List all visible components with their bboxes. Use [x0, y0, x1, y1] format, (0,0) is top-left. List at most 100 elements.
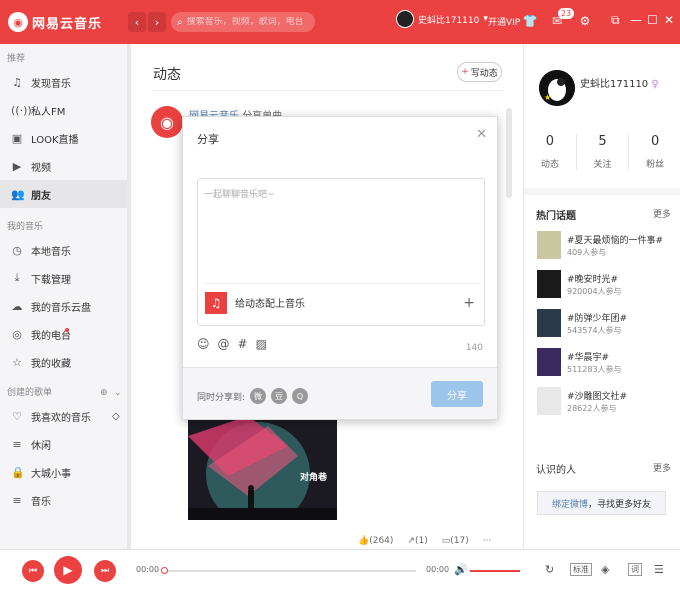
- progress-track[interactable]: [164, 570, 416, 572]
- next-icon[interactable]: ⏭: [94, 560, 116, 582]
- weibo-icon[interactable]: 微: [250, 388, 267, 404]
- playlist-icon[interactable]: ☰: [654, 563, 664, 576]
- gear-icon[interactable]: ⚙: [577, 13, 593, 29]
- stat-posts[interactable]: 0 动态: [524, 134, 577, 170]
- more-link[interactable]: 更多: [653, 461, 671, 474]
- more-link[interactable]: 更多: [653, 207, 671, 220]
- sidebar-item-playlist[interactable]: ≡ 休闲: [0, 430, 130, 458]
- sidebar-item-fm[interactable]: ((·)) 私人FM: [0, 96, 130, 124]
- volume-icon[interactable]: 🔊: [454, 563, 468, 576]
- profile-name-text[interactable]: 史蚪比171110: [580, 79, 648, 90]
- share-button[interactable]: ↗(1): [407, 536, 427, 546]
- app-logo[interactable]: ◉ 网易云音乐: [8, 12, 102, 32]
- search-box[interactable]: ⌕: [171, 12, 315, 32]
- more-button[interactable]: ···: [483, 536, 492, 546]
- chevron-down-icon[interactable]: ⌄: [114, 384, 122, 402]
- stat-label: 动态: [540, 160, 559, 170]
- post-avatar[interactable]: ◉: [151, 106, 183, 138]
- playlist-icon: ≡: [12, 493, 22, 507]
- add-music-row[interactable]: ♫ 给动态配上音乐 +: [203, 283, 479, 321]
- vip-button[interactable]: 开通VIP: [488, 15, 520, 28]
- bind-weibo-button[interactable]: 绑定微博 ，寻找更多好友: [537, 491, 666, 515]
- like-count: (264): [369, 536, 394, 546]
- close-icon[interactable]: ✕: [476, 127, 487, 142]
- topic-title[interactable]: #夏天最烦恼的一件事#: [567, 233, 663, 246]
- image-icon[interactable]: ▨: [256, 337, 267, 351]
- topic-title[interactable]: #晚安时光#: [567, 272, 618, 285]
- skin-icon[interactable]: 👕: [522, 13, 538, 29]
- sidebar-item-look[interactable]: ▣ LOOK直播: [0, 124, 130, 152]
- volume-slider[interactable]: [470, 570, 520, 572]
- at-icon[interactable]: @: [218, 337, 230, 351]
- stat-value: 0: [545, 134, 554, 149]
- share-submit-button[interactable]: 分享: [431, 381, 483, 407]
- sidebar-item-downloads[interactable]: ⤓ 下载管理: [0, 264, 130, 292]
- topic-thumbnail: [537, 270, 561, 298]
- sidebar-item-collection[interactable]: ☆ 我的收藏: [0, 348, 130, 376]
- page-title: 动态: [153, 67, 181, 83]
- progress-handle[interactable]: [161, 567, 168, 574]
- sidebar-item-liked[interactable]: ♡ 我喜欢的音乐 ◇: [0, 402, 130, 430]
- post-editor[interactable]: 一起聊聊音乐吧~ ♫ 给动态配上音乐 +: [197, 178, 485, 326]
- topic-item[interactable]: #夏天最烦恼的一件事# 409人参与: [537, 231, 677, 261]
- stat-followers[interactable]: 0 粉丝: [629, 134, 680, 170]
- sidebar-item-radio[interactable]: ◎ 我的电台: [0, 320, 130, 348]
- sidebar-item-local[interactable]: ◷ 本地音乐: [0, 236, 130, 264]
- stat-following[interactable]: 5 关注: [577, 134, 630, 170]
- maximize-icon[interactable]: ☐: [647, 13, 658, 27]
- sidebar-scrollbar[interactable]: [127, 44, 131, 549]
- douban-icon[interactable]: 豆: [271, 388, 288, 404]
- write-post-button[interactable]: + 写动态: [457, 62, 502, 82]
- topic-thumbnail: [537, 348, 561, 376]
- loop-icon[interactable]: ↻: [545, 563, 554, 576]
- topic-title[interactable]: #沙雕图文社#: [567, 389, 627, 402]
- sidebar-item-friends[interactable]: 👥 朋友: [0, 180, 130, 208]
- topic-count: 409人参与: [567, 248, 607, 257]
- avatar[interactable]: [396, 10, 414, 28]
- previous-icon[interactable]: ⏮: [22, 560, 44, 582]
- emoji-icon[interactable]: ☺: [197, 337, 210, 351]
- topic-item[interactable]: #沙雕图文社# 28622人参与: [537, 387, 677, 417]
- minimize-icon[interactable]: —: [630, 13, 642, 27]
- lyrics-button[interactable]: 词: [628, 563, 642, 576]
- album-cover[interactable]: 对角巷: [188, 416, 337, 520]
- sidebar-item-playlist[interactable]: 🔒 大城小事: [0, 458, 130, 486]
- play-icon[interactable]: ▶: [54, 556, 82, 584]
- topic-title[interactable]: #防弹少年团#: [567, 311, 627, 324]
- profile-name[interactable]: 史蚪比171110 ♀: [580, 75, 659, 90]
- topic-item[interactable]: #防弹少年团# 543574人参与: [537, 309, 677, 339]
- post-textarea[interactable]: 一起聊聊音乐吧~: [204, 187, 275, 200]
- sidebar-item-cloud[interactable]: ☁ 我的音乐云盘: [0, 292, 130, 320]
- topic-item[interactable]: #华晨宇# 511283人参与: [537, 348, 677, 378]
- dialog-footer: 同时分享到: 微 豆 Q 分享: [183, 367, 497, 419]
- qzone-icon[interactable]: Q: [292, 388, 309, 404]
- search-input[interactable]: [186, 17, 302, 27]
- forward-button[interactable]: ›: [148, 12, 166, 32]
- close-icon[interactable]: ✕: [664, 13, 674, 27]
- add-playlist-icon[interactable]: ⊕: [100, 384, 108, 402]
- sidebar-item-playlist[interactable]: ≡ 音乐: [0, 486, 130, 514]
- avatar[interactable]: ★: [539, 70, 575, 106]
- main-scrollbar[interactable]: [506, 108, 512, 198]
- comment-button[interactable]: ▭(17): [442, 536, 469, 546]
- topic-title[interactable]: #华晨宇#: [567, 350, 609, 363]
- like-button[interactable]: 👍(264): [358, 536, 393, 546]
- user-menu[interactable]: 史蚪比171110 ▾: [396, 10, 488, 28]
- sidebar-item-label: 视频: [31, 162, 51, 174]
- sidebar-section-my-music: 我的音乐: [7, 222, 44, 232]
- hashtag-icon[interactable]: #: [238, 337, 248, 351]
- topic-thumbnail: [537, 387, 561, 415]
- effects-icon[interactable]: ◈: [601, 563, 609, 576]
- plus-icon[interactable]: +: [463, 295, 475, 311]
- sidebar-item-discover[interactable]: ♫ 发现音乐: [0, 68, 130, 96]
- share-count: (1): [414, 536, 428, 546]
- bind-weibo-link[interactable]: 绑定微博: [552, 497, 588, 510]
- heartbeat-mode-icon[interactable]: ◇: [112, 411, 120, 422]
- album-art: [188, 416, 337, 520]
- sidebar-item-video[interactable]: ▶ 视频: [0, 152, 130, 180]
- back-button[interactable]: ‹: [128, 12, 146, 32]
- quality-button[interactable]: 标准: [570, 563, 592, 576]
- topic-item[interactable]: #晚安时光# 920004人参与: [537, 270, 677, 300]
- mini-mode-icon[interactable]: ⧉: [611, 13, 620, 28]
- share-targets: 同时分享到: 微 豆 Q: [197, 388, 309, 404]
